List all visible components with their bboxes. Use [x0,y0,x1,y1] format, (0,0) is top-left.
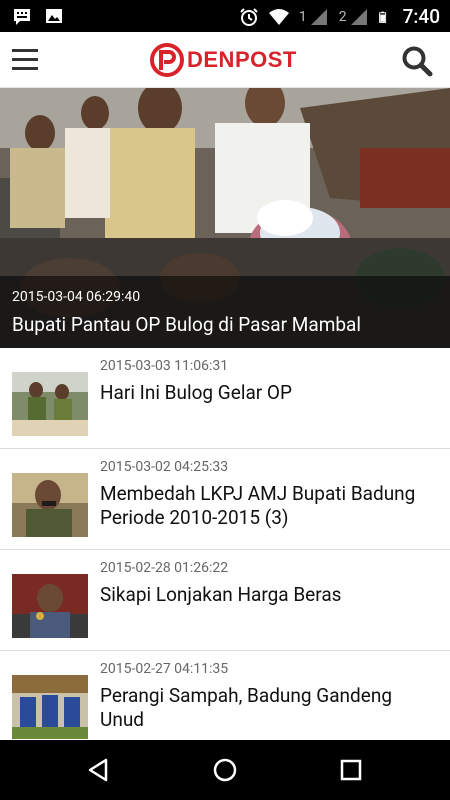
denpost-logo-icon [150,43,184,77]
signal-icon [310,8,327,25]
article-item[interactable]: 2015-03-03 11:06:31 Hari Ini Bulog Gelar… [0,348,450,449]
article-item[interactable]: 2015-03-02 04:25:33 Membedah LKPJ AMJ Bu… [0,449,450,550]
featured-article-date: 2015-03-04 06:29:40 [12,289,141,305]
featured-article-title: Bupati Pantau OP Bulog di Pasar Mambal [12,313,362,336]
sim2-label: 2 [338,8,347,25]
wifi-icon [268,8,289,25]
article-date: 2015-02-28 01:26:22 [100,560,229,576]
battery-icon [378,11,386,23]
featured-caption-overlay [0,276,450,348]
message-notification-icon [14,9,30,25]
article-date: 2015-03-02 04:25:33 [100,459,229,475]
clock: 7:40 [402,5,440,28]
recent-apps-icon[interactable] [336,755,366,785]
system-navigation-bar [0,740,450,800]
article-date: 2015-03-03 11:06:31 [100,358,229,374]
article-thumbnail [12,675,88,739]
app-bar: DENPOST [0,32,450,88]
article-thumbnail [12,473,88,537]
article-item[interactable]: 2015-02-27 04:11:35 Perangi Sampah, Badu… [0,651,450,752]
article-date: 2015-02-27 04:11:35 [100,661,229,677]
featured-article[interactable]: 2015-03-04 06:29:40 Bupati Pantau OP Bul… [0,88,450,348]
app-logo: DENPOST [150,43,297,77]
article-title: Hari Ini Bulog Gelar OP [100,381,292,404]
article-title: Membedah LKPJ AMJ Bupati Badung Periode … [100,482,416,529]
article-title: Perangi Sampah, Badung Gandeng Unud [100,684,392,731]
signal-icon [350,8,367,25]
sim1-label: 1 [298,8,307,25]
logo-text: DENPOST [187,47,297,72]
home-icon[interactable] [210,755,240,785]
article-title: Sikapi Lonjakan Harga Beras [100,583,342,606]
article-list: 2015-03-03 11:06:31 Hari Ini Bulog Gelar… [0,348,450,752]
article-thumbnail [12,372,88,436]
back-icon[interactable] [84,755,114,785]
search-icon[interactable] [400,44,434,78]
article-item[interactable]: 2015-02-28 01:26:22 Sikapi Lonjakan Harg… [0,550,450,651]
menu-icon[interactable] [12,49,38,71]
status-bar: 1 2 7:40 [0,0,450,32]
image-notification-icon [46,9,62,23]
article-thumbnail [12,574,88,638]
alarm-icon [240,7,258,26]
